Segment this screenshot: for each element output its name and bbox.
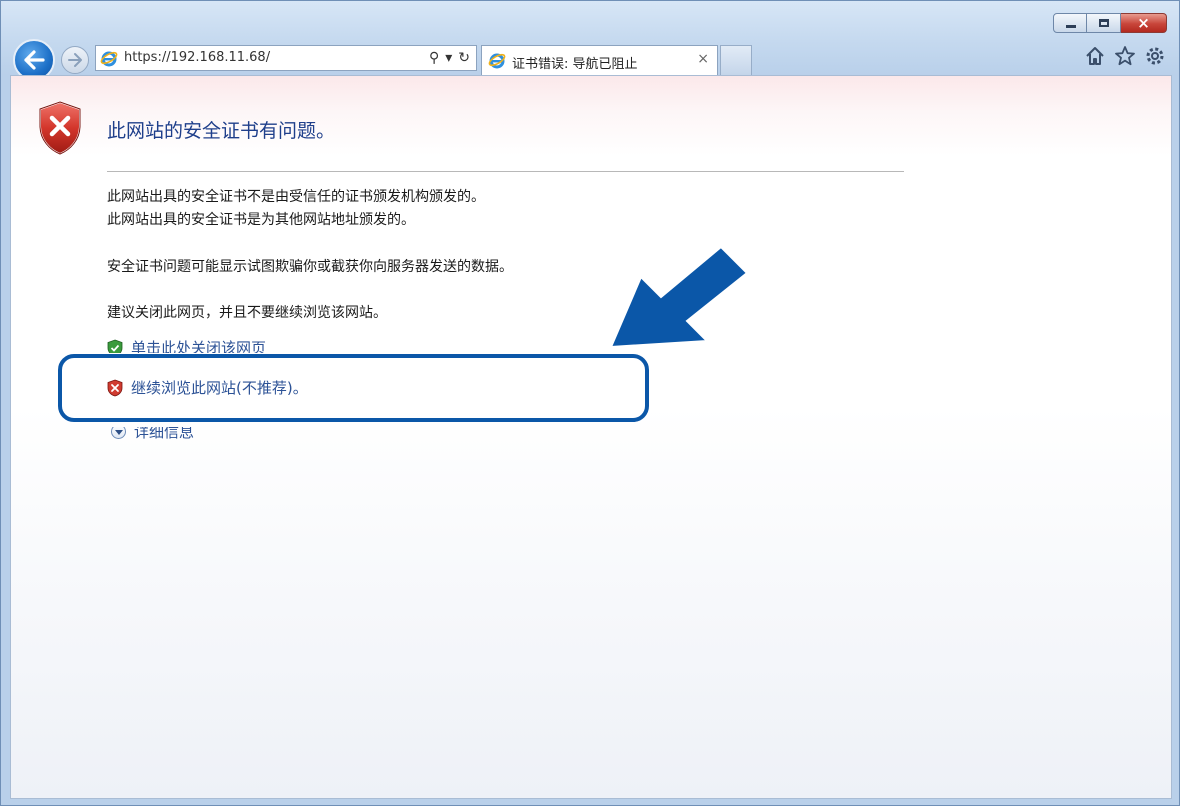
toolbar-right <box>1085 45 1165 67</box>
shield-error-small-icon <box>107 379 123 396</box>
close-window-button[interactable]: × <box>1121 13 1167 33</box>
tab-certificate-error[interactable]: 证书错误: 导航已阻止 × <box>481 45 718 75</box>
tab-title: 证书错误: 导航已阻止 <box>512 57 638 72</box>
page-title: 此网站的安全证书有问题。 <box>107 120 336 142</box>
cert-warning-text: 安全证书问题可能显示试图欺骗你或截获你向服务器发送的数据。 <box>107 259 513 275</box>
more-information-toggle[interactable]: 详细信息 <box>107 427 194 442</box>
browser-window: × https://192.168.11.68/ ⚲ ▾ ↻ 证书错误: 导航已… <box>0 0 1180 806</box>
star-icon[interactable] <box>1115 45 1135 67</box>
more-information-label[interactable]: 详细信息 <box>134 427 194 442</box>
shield-error-icon <box>39 100 81 156</box>
continue-to-site-link[interactable]: 继续浏览此网站(不推荐)。 <box>107 377 308 398</box>
refresh-icon[interactable]: ↻ <box>458 49 470 67</box>
forward-arrow-icon <box>68 53 82 67</box>
forward-button[interactable] <box>61 46 89 74</box>
divider <box>107 171 904 172</box>
page-content: 此网站的安全证书有问题。 此网站出具的安全证书不是由受信任的证书颁发机构颁发的。… <box>10 75 1172 799</box>
ie-logo-icon <box>488 53 506 69</box>
tab-close-icon[interactable]: × <box>697 51 709 67</box>
gear-icon[interactable] <box>1145 45 1165 67</box>
address-bar[interactable]: https://192.168.11.68/ ⚲ ▾ ↻ <box>95 45 477 71</box>
cert-issue-line-1: 此网站出具的安全证书不是由受信任的证书颁发机构颁发的。 <box>107 189 485 205</box>
expand-details-icon <box>111 427 126 439</box>
close-page-link[interactable]: 单击此处关闭该网页 <box>107 337 266 353</box>
close-icon: × <box>1137 14 1150 32</box>
chevron-down-icon[interactable]: ▾ <box>445 49 452 67</box>
shield-ok-icon <box>107 339 123 353</box>
address-url[interactable]: https://192.168.11.68/ <box>124 50 270 65</box>
minimize-icon <box>1066 25 1076 28</box>
cert-issue-line-2: 此网站出具的安全证书是为其他网站地址颁发的。 <box>107 212 415 228</box>
ie-logo-icon <box>100 51 118 67</box>
caption-buttons: × <box>1053 13 1167 33</box>
new-tab-button[interactable] <box>720 45 752 75</box>
home-icon[interactable] <box>1085 45 1105 67</box>
search-icon[interactable]: ⚲ <box>429 49 439 67</box>
maximize-icon <box>1099 19 1109 27</box>
minimize-button[interactable] <box>1053 13 1087 33</box>
annotation-arrow-icon <box>609 245 749 349</box>
maximize-button[interactable] <box>1087 13 1121 33</box>
close-page-label[interactable]: 单击此处关闭该网页 <box>131 337 266 353</box>
continue-to-site-label[interactable]: 继续浏览此网站(不推荐)。 <box>131 377 308 398</box>
address-tools: ⚲ ▾ ↻ <box>429 49 470 67</box>
back-arrow-icon <box>24 50 45 70</box>
recommendation-text: 建议关闭此网页，并且不要继续浏览该网站。 <box>107 305 387 321</box>
